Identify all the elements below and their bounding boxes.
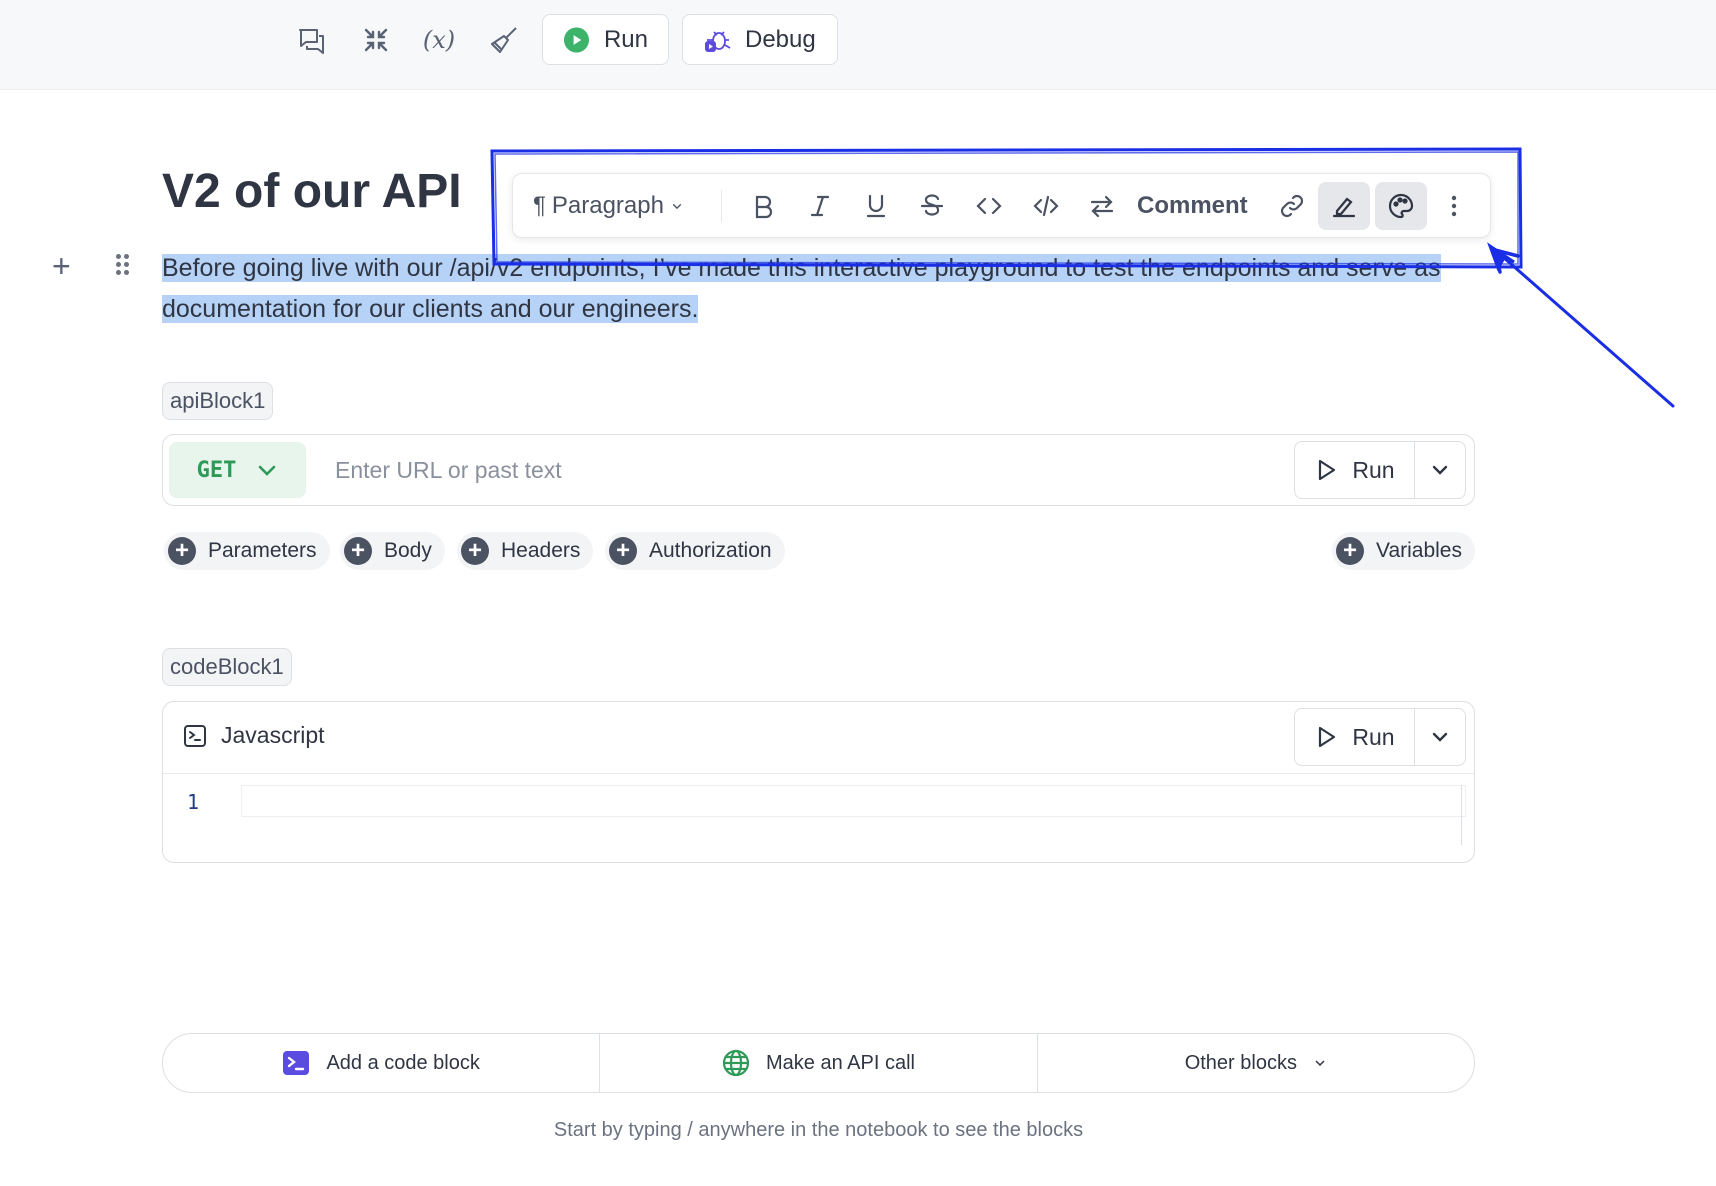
more-icon[interactable]: [1439, 182, 1469, 230]
tab-headers[interactable]: + Headers: [457, 532, 594, 570]
swap-icon[interactable]: [1082, 182, 1122, 230]
tab-headers-label: Headers: [501, 539, 581, 562]
italic-icon[interactable]: [800, 182, 840, 230]
globe-icon: [722, 1049, 750, 1077]
add-code-block-label: Add a code block: [326, 1051, 480, 1074]
hint-text: Start by typing / anywhere in the notebo…: [553, 1119, 1084, 1141]
add-block-icon[interactable]: +: [52, 250, 71, 282]
debug-button[interactable]: Debug: [682, 14, 838, 65]
tab-parameters-label: Parameters: [208, 539, 317, 562]
url-input[interactable]: [335, 449, 1195, 491]
play-icon: [1319, 726, 1336, 748]
formatting-toolbar: ¶ Paragraph Comment: [512, 173, 1491, 238]
run-notebook-label: Run: [603, 25, 648, 53]
link-icon[interactable]: [1272, 182, 1312, 230]
api-run-split-button: Run: [1294, 441, 1466, 499]
chevron-down-icon: [1315, 1060, 1325, 1067]
palette-icon[interactable]: [1375, 182, 1427, 230]
toolbar-divider: [721, 190, 722, 222]
plus-icon: +: [609, 537, 637, 565]
underline-icon[interactable]: [856, 182, 896, 230]
plus-icon: +: [168, 537, 196, 565]
run-notebook-button[interactable]: Run: [542, 14, 669, 65]
bold-icon[interactable]: [743, 182, 783, 230]
plus-icon: +: [461, 537, 489, 565]
make-api-call-label: Make an API call: [766, 1051, 915, 1074]
drag-handle-icon[interactable]: [116, 254, 130, 276]
make-api-call-button[interactable]: Make an API call: [600, 1034, 1038, 1092]
api-run-options-button[interactable]: [1415, 442, 1465, 498]
code-block: Javascript Run 1: [162, 701, 1475, 863]
selected-text[interactable]: Before going live with our /api/v2 endpo…: [162, 254, 1441, 323]
add-block-bar: Add a code block Make an API call Other …: [162, 1033, 1475, 1093]
code-block-header: Javascript Run: [163, 702, 1474, 774]
language-name: Javascript: [221, 722, 325, 748]
variables-icon[interactable]: (x): [417, 18, 461, 62]
http-method-label: GET: [196, 457, 237, 483]
variables-button[interactable]: + Variables: [1332, 532, 1475, 570]
add-code-block-button[interactable]: Add a code block: [163, 1034, 601, 1092]
tab-body-label: Body: [384, 539, 432, 562]
tab-body[interactable]: + Body: [340, 532, 445, 570]
comment-label: Comment: [1137, 192, 1248, 219]
intro-paragraph[interactable]: Before going live with our /api/v2 endpo…: [162, 248, 1472, 330]
highlight-icon[interactable]: [1318, 182, 1370, 230]
page-title[interactable]: V2 of our API: [162, 164, 462, 219]
code-block-name[interactable]: codeBlock1: [162, 648, 292, 686]
code-run-label: Run: [1352, 723, 1395, 750]
api-run-button[interactable]: Run: [1295, 442, 1415, 498]
tab-parameters[interactable]: + Parameters: [164, 532, 330, 570]
block-type-label: Paragraph: [551, 192, 664, 219]
code-scrollbar[interactable]: [1461, 785, 1462, 845]
api-block: GET Run: [162, 434, 1475, 506]
annotation-arrow: [1487, 242, 1675, 408]
code-block-icon[interactable]: [1026, 182, 1066, 230]
code-icon[interactable]: [969, 182, 1009, 230]
tab-authorization-label: Authorization: [649, 539, 772, 562]
chevron-down-icon: [1432, 732, 1448, 742]
play-circle-icon: [563, 26, 590, 53]
api-run-label: Run: [1352, 456, 1395, 483]
api-block-name[interactable]: apiBlock1: [162, 382, 274, 420]
http-method-select[interactable]: GET: [169, 442, 306, 498]
code-run-split-button: Run: [1294, 708, 1466, 766]
variables-glyph: (x): [422, 26, 456, 54]
debug-label: Debug: [745, 25, 816, 53]
chevron-down-icon: [1432, 465, 1448, 475]
variables-label: Variables: [1376, 539, 1462, 562]
chevron-down-icon: [259, 465, 276, 476]
bug-icon: [705, 30, 731, 52]
collapse-icon[interactable]: [354, 18, 398, 62]
plus-icon: +: [1336, 537, 1364, 565]
language-label: Javascript: [183, 722, 325, 749]
comment-button[interactable]: Comment: [1137, 182, 1248, 230]
other-blocks-dropdown[interactable]: Other blocks: [1038, 1034, 1474, 1092]
code-run-button[interactable]: Run: [1295, 709, 1415, 765]
code-run-options-button[interactable]: [1415, 709, 1465, 765]
plus-icon: +: [344, 537, 372, 565]
other-blocks-label: Other blocks: [1184, 1051, 1297, 1074]
tab-authorization[interactable]: + Authorization: [605, 532, 785, 570]
block-type-dropdown[interactable]: ¶ Paragraph: [533, 182, 684, 230]
clear-icon[interactable]: [482, 18, 526, 62]
line-number: 1: [187, 790, 200, 814]
terminal-icon: [283, 1051, 310, 1075]
strikethrough-icon[interactable]: [912, 182, 952, 230]
top-toolbar: (x) Run Debug: [0, 0, 1716, 90]
play-icon: [1319, 459, 1336, 481]
code-editor-line[interactable]: [241, 785, 1466, 817]
chevron-down-icon: [672, 203, 682, 210]
terminal-icon: [184, 724, 206, 747]
chat-icon[interactable]: [290, 18, 334, 62]
pilcrow-icon: ¶: [533, 192, 546, 219]
